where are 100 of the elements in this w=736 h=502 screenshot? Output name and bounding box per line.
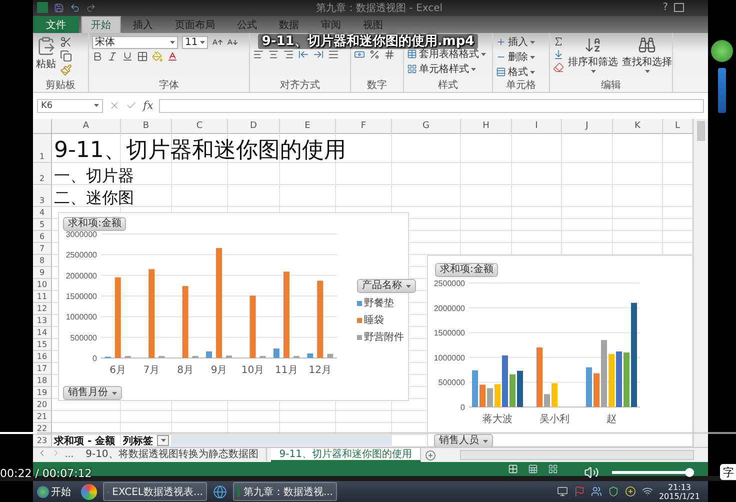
column-header[interactable]: H bbox=[461, 119, 512, 134]
more-sheets-button[interactable]: ... bbox=[65, 450, 74, 460]
italic-icon[interactable] bbox=[107, 50, 118, 62]
axis-field-button[interactable]: 销售人员 bbox=[434, 434, 493, 448]
row-number[interactable]: 16 bbox=[33, 351, 52, 364]
font-name-field[interactable]: 宋体 bbox=[92, 36, 178, 49]
column-header[interactable]: J bbox=[562, 119, 613, 134]
column-header[interactable]: L bbox=[663, 119, 693, 134]
outdent-icon[interactable] bbox=[298, 48, 309, 60]
align-center-icon[interactable] bbox=[268, 48, 279, 60]
page-break-icon[interactable] bbox=[548, 464, 558, 474]
ribbon-tab[interactable]: 文件 bbox=[33, 16, 79, 33]
plus-icon[interactable] bbox=[624, 486, 636, 497]
column-header[interactable]: G bbox=[392, 119, 461, 134]
flag-icon[interactable] bbox=[574, 486, 585, 497]
row-number[interactable]: 8 bbox=[33, 255, 52, 268]
insert-function-button[interactable]: fx bbox=[143, 99, 154, 112]
page-layout-icon[interactable] bbox=[528, 464, 538, 474]
shield-icon[interactable] bbox=[608, 486, 619, 497]
editing-button[interactable]: 排序和筛选 bbox=[568, 36, 618, 73]
clock[interactable]: 21:13 2015/1/21 bbox=[658, 482, 704, 500]
redo-icon[interactable] bbox=[86, 2, 96, 13]
row-number[interactable]: 17 bbox=[33, 363, 52, 376]
volume-slider-fill[interactable] bbox=[612, 468, 694, 477]
row-number[interactable]: 18 bbox=[33, 375, 52, 388]
column-header[interactable]: B bbox=[121, 119, 172, 134]
row-number[interactable]: 3 bbox=[33, 185, 52, 208]
cut-icon[interactable] bbox=[60, 36, 72, 48]
row-number[interactable]: 2 bbox=[33, 163, 52, 186]
row-number[interactable]: 10 bbox=[33, 279, 52, 292]
bold-icon[interactable] bbox=[92, 50, 103, 62]
indent-icon[interactable] bbox=[313, 48, 324, 60]
fill-color-icon[interactable] bbox=[152, 50, 163, 62]
fill-icon[interactable] bbox=[553, 48, 564, 60]
name-box[interactable]: K6 bbox=[37, 98, 103, 113]
cells-menu-button[interactable]: 插入 bbox=[496, 36, 535, 49]
currency-icon[interactable] bbox=[354, 48, 365, 60]
column-header[interactable]: C bbox=[172, 119, 228, 134]
row-number[interactable]: 4 bbox=[33, 207, 52, 220]
row-number[interactable]: 11 bbox=[33, 291, 52, 304]
sheet-tab[interactable]: 9-11、切片器和迷你图的使用 bbox=[271, 448, 421, 462]
row-number[interactable]: 7 bbox=[33, 243, 52, 256]
column-header[interactable]: K bbox=[613, 119, 663, 134]
number-format-icon[interactable] bbox=[384, 48, 395, 60]
value-field-button[interactable]: 求和项:金额 bbox=[435, 263, 498, 278]
sum-icon[interactable] bbox=[553, 36, 564, 47]
taskbar-button[interactable]: EXCEL数据透视表... bbox=[103, 482, 207, 501]
value-field-button[interactable]: 求和项:金额 bbox=[63, 217, 126, 232]
row-number[interactable]: 9 bbox=[33, 267, 52, 280]
row-number[interactable]: 14 bbox=[33, 327, 52, 340]
column-header[interactable]: E bbox=[280, 119, 336, 134]
formula-input[interactable] bbox=[159, 98, 704, 113]
speed-ball-icon[interactable] bbox=[711, 40, 733, 62]
font-color-icon[interactable] bbox=[167, 50, 178, 62]
row-number[interactable]: 21 bbox=[33, 411, 52, 424]
column-header[interactable]: F bbox=[336, 119, 392, 134]
column-header[interactable]: A bbox=[52, 119, 121, 134]
row-number[interactable]: 15 bbox=[33, 339, 52, 352]
style-menu-button[interactable]: 套用表格格式 bbox=[407, 48, 486, 61]
percent-icon[interactable] bbox=[369, 48, 380, 60]
column-header[interactable]: D bbox=[228, 119, 280, 134]
vertical-scrollbar[interactable] bbox=[693, 119, 708, 448]
restore-icon[interactable] bbox=[674, 3, 684, 12]
row-number[interactable]: 1 bbox=[33, 134, 52, 164]
row-number[interactable]: 19 bbox=[33, 387, 52, 400]
paste-button[interactable]: 粘贴 bbox=[36, 36, 56, 71]
app-ball-icon[interactable] bbox=[81, 484, 97, 500]
row-number[interactable]: 20 bbox=[33, 399, 52, 412]
eraser-icon[interactable] bbox=[553, 62, 564, 73]
column-header[interactable]: I bbox=[512, 119, 562, 134]
row-number[interactable]: 6 bbox=[33, 231, 52, 244]
row-number[interactable]: 12 bbox=[33, 303, 52, 316]
font-size-field[interactable]: 11 bbox=[182, 36, 208, 49]
normal-view-icon[interactable] bbox=[508, 464, 518, 474]
row-number[interactable]: 23 bbox=[33, 435, 52, 448]
copy-icon[interactable] bbox=[60, 50, 72, 62]
filter-dropdown-button[interactable] bbox=[157, 435, 169, 446]
save-icon[interactable] bbox=[54, 2, 64, 13]
add-sheet-icon[interactable] bbox=[425, 450, 436, 461]
legend-field-button[interactable]: 产品名称 bbox=[357, 279, 416, 294]
taskbar-button[interactable]: 第九章：数据透视... bbox=[233, 482, 337, 501]
style-menu-button[interactable]: 单元格样式 bbox=[407, 62, 486, 76]
ribbon-tab[interactable]: 开始 bbox=[81, 16, 121, 33]
axis-field-button[interactable]: 销售月份 bbox=[63, 386, 122, 400]
row-number[interactable]: 13 bbox=[33, 315, 52, 328]
cells-menu-button[interactable]: 删除 bbox=[496, 50, 535, 64]
editing-button[interactable]: 查找和选择 bbox=[622, 36, 672, 73]
undo-icon[interactable] bbox=[70, 2, 80, 13]
users-icon[interactable] bbox=[590, 486, 602, 497]
border-icon[interactable] bbox=[137, 50, 148, 62]
subtitle-button[interactable]: 字 bbox=[720, 464, 736, 480]
horizontal-scrollbar[interactable] bbox=[460, 450, 694, 460]
underline-icon[interactable] bbox=[122, 50, 133, 62]
volume-icon[interactable] bbox=[584, 465, 599, 480]
monitor-icon[interactable] bbox=[556, 486, 568, 497]
align-left-icon[interactable] bbox=[253, 48, 264, 60]
cells-menu-button[interactable]: 格式 bbox=[496, 66, 535, 79]
row-number[interactable]: 5 bbox=[33, 219, 52, 232]
align-right-icon[interactable] bbox=[283, 48, 294, 60]
network-icon[interactable] bbox=[642, 486, 653, 497]
